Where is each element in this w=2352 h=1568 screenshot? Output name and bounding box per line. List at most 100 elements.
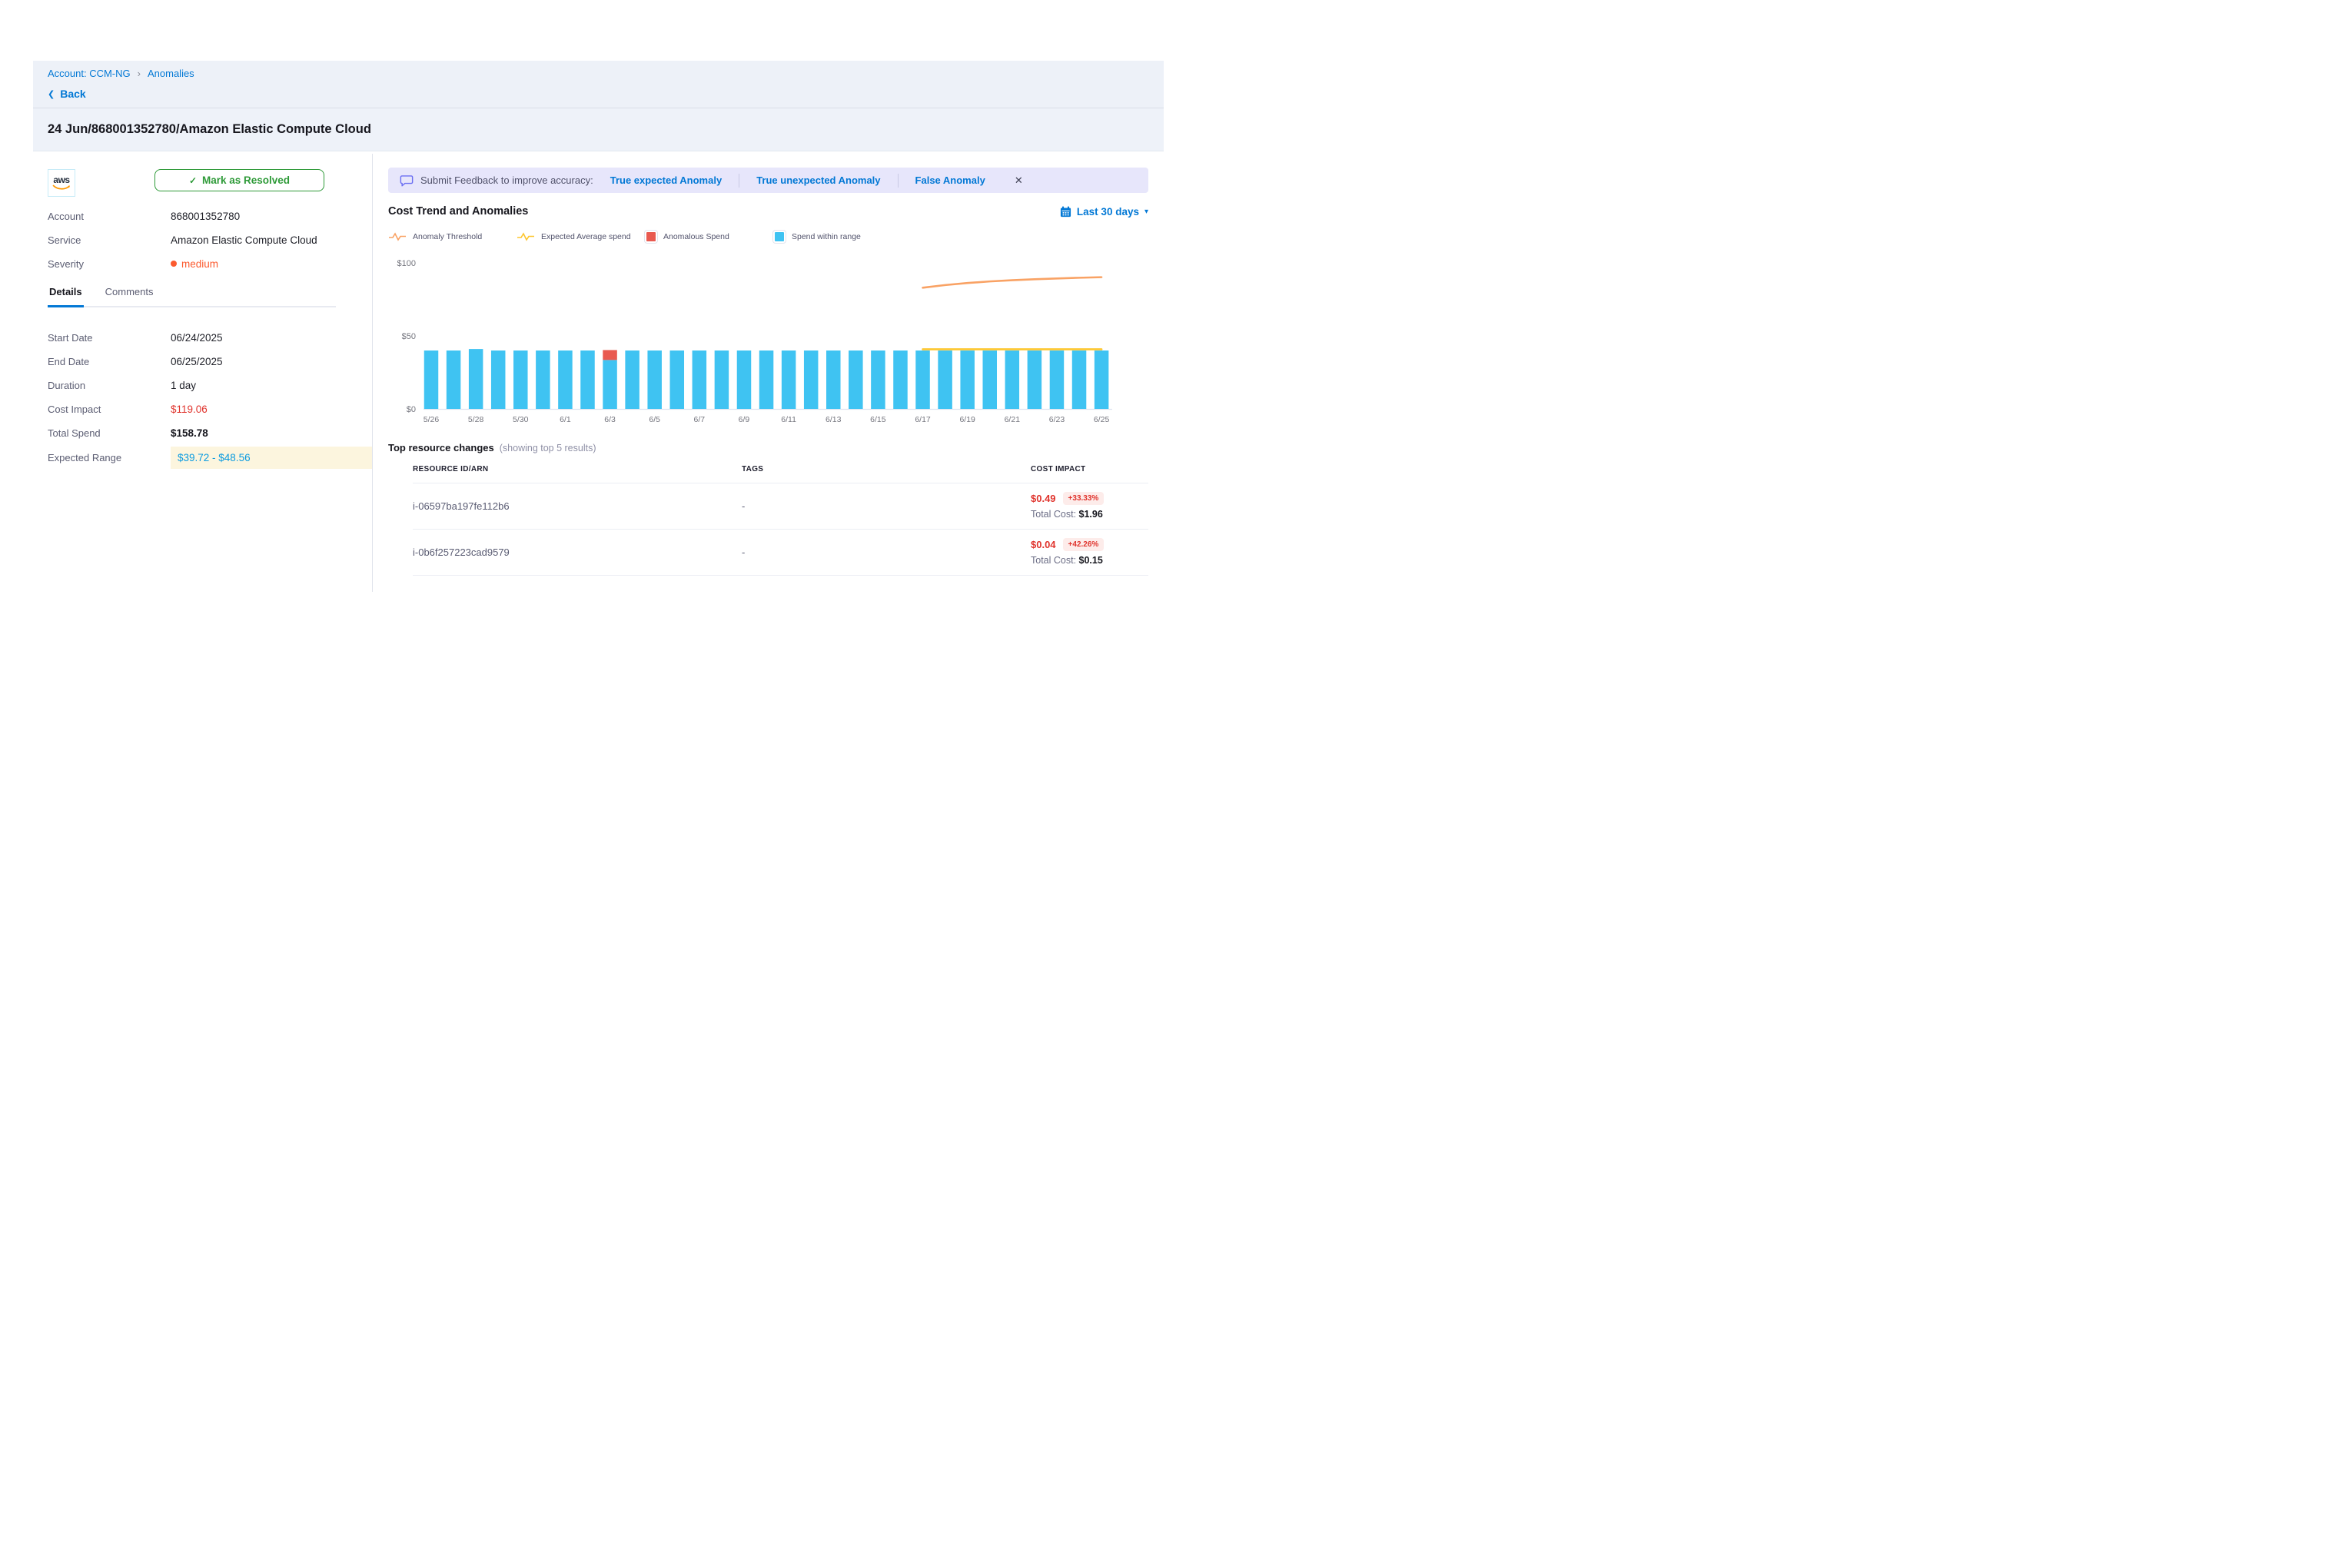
tab-comments[interactable]: Comments — [104, 286, 155, 306]
feedback-option[interactable]: True unexpected Anomaly — [756, 174, 880, 186]
x-axis-tick: 6/5 — [649, 415, 660, 424]
cost-impact-line: $0.49+33.33% — [1031, 492, 1148, 505]
field-label: Severity — [48, 258, 171, 270]
legend-square-icon — [645, 231, 657, 243]
resource-id-link[interactable]: i-0b6f257223cad9579 — [413, 546, 742, 558]
detail-value: 06/25/2025 — [171, 356, 223, 367]
resource-tags: - — [742, 546, 1031, 558]
legend-line-icon — [388, 232, 407, 241]
bar-5/27[interactable] — [447, 350, 461, 409]
bar-6/6[interactable] — [670, 350, 685, 409]
bar-6/25[interactable] — [1095, 350, 1109, 409]
detail-label: Expected Range — [48, 452, 171, 463]
bar-6/17[interactable] — [915, 350, 930, 409]
bar-6/14[interactable] — [849, 350, 863, 409]
mark-as-resolved-button[interactable]: ✓ Mark as Resolved — [154, 169, 324, 191]
detail-label: End Date — [48, 356, 171, 367]
cost-impact-value: $0.49 — [1031, 493, 1056, 504]
anomaly-bar-6/3[interactable] — [603, 350, 617, 360]
col-cost-impact: COST IMPACT — [1031, 465, 1148, 473]
cost-trend-panel: Submit Feedback to improve accuracy: Tru… — [373, 151, 1176, 592]
breadcrumb-anomalies-link[interactable]: Anomalies — [148, 68, 194, 79]
x-axis-tick: 6/7 — [694, 415, 706, 424]
bar-6/15[interactable] — [871, 350, 885, 409]
calendar-icon — [1060, 206, 1071, 218]
breadcrumb-account-link[interactable]: Account: CCM-NG — [48, 68, 131, 79]
bar-6/18[interactable] — [938, 350, 952, 409]
legend-label: Anomaly Threshold — [413, 232, 482, 241]
bar-6/20[interactable] — [983, 350, 998, 409]
table-row: i-0b6f257223cad9579-$0.04+42.26% Total Co… — [413, 529, 1148, 575]
bar-6/23[interactable] — [1050, 350, 1065, 409]
total-cost-line: Total Cost: $0.15 — [1031, 555, 1148, 566]
bar-6/2[interactable] — [580, 350, 595, 409]
aws-logo: aws — [48, 169, 75, 197]
bar-6/4[interactable] — [625, 350, 639, 409]
bar-6/13[interactable] — [826, 350, 841, 409]
back-button[interactable]: ❮ Back — [48, 88, 1164, 100]
bar-5/30[interactable] — [513, 350, 528, 409]
bar-6/12[interactable] — [804, 350, 819, 409]
anomaly-detail-page: Account: CCM-NG › Anomalies ❮ Back 24 Ju… — [0, 0, 1176, 784]
breadcrumb: Account: CCM-NG › Anomalies — [48, 68, 1164, 79]
period-selector[interactable]: Last 30 days ▾ — [1060, 206, 1148, 218]
bar-6/10[interactable] — [759, 350, 774, 409]
x-axis-tick: 6/15 — [870, 415, 886, 424]
detail-label: Start Date — [48, 332, 171, 344]
bar-6/22[interactable] — [1028, 350, 1042, 409]
legend-label: Anomalous Spend — [663, 232, 729, 241]
chevron-down-icon: ▾ — [1144, 208, 1148, 216]
col-tags: TAGS — [742, 465, 1031, 473]
bar-6/21[interactable] — [1005, 350, 1020, 409]
field-row: Account868001352780 — [48, 206, 372, 226]
feedback-option[interactable]: True expected Anomaly — [610, 174, 722, 186]
feedback-option[interactable]: False Anomaly — [915, 174, 985, 186]
resource-section-header: Top resource changes (showing top 5 resu… — [388, 442, 1148, 453]
resource-table: RESOURCE ID/ARN TAGS COST IMPACT i-06597… — [388, 465, 1148, 576]
resource-id-link[interactable]: i-06597ba197fe112b6 — [413, 500, 742, 512]
bar-5/31[interactable] — [536, 350, 550, 409]
chart-legend: Anomaly ThresholdExpected Average spendA… — [388, 231, 1148, 243]
back-label: Back — [60, 88, 85, 100]
summary-fields: Account868001352780 ServiceAmazon Elastic… — [48, 206, 372, 274]
bar-6/3[interactable] — [603, 360, 617, 409]
close-icon[interactable]: ✕ — [1015, 174, 1023, 187]
detail-value: 1 day — [171, 380, 196, 391]
x-axis-tick: 5/28 — [468, 415, 484, 424]
chart-header: Cost Trend and Anomalies La — [388, 205, 1148, 218]
anomaly-threshold-line — [923, 277, 1102, 288]
resource-rows: i-06597ba197fe112b6 - $0.49+33.33% Total Co… — [413, 483, 1148, 575]
bar-5/28[interactable] — [469, 349, 483, 409]
bar-6/24[interactable] — [1072, 350, 1087, 409]
bar-6/9[interactable] — [737, 350, 752, 409]
table-bottom-border — [413, 575, 1148, 576]
detail-value: 06/24/2025 — [171, 332, 223, 344]
bar-5/29[interactable] — [491, 350, 506, 409]
cost-impact-cell: $0.04+42.26% Total Cost: $0.15 — [1031, 538, 1148, 566]
bar-6/5[interactable] — [647, 350, 662, 409]
bar-6/7[interactable] — [693, 350, 707, 409]
bar-5/26[interactable] — [424, 350, 439, 409]
severity-dot-icon — [171, 261, 177, 267]
detail-row: End Date06/25/2025 — [48, 351, 372, 371]
chevron-right-icon: › — [138, 68, 141, 79]
bar-6/1[interactable] — [558, 350, 573, 409]
legend-item: Anomaly Threshold — [388, 232, 517, 241]
bar-6/11[interactable] — [782, 350, 796, 409]
bar-6/8[interactable] — [715, 350, 729, 409]
bar-6/19[interactable] — [960, 350, 975, 409]
details-comments-tabs: Details Comments — [48, 286, 336, 307]
field-label: Service — [48, 234, 171, 246]
resource-section-subtitle: (showing top 5 results) — [500, 443, 596, 453]
bar-6/16[interactable] — [893, 350, 908, 409]
table-row: i-06597ba197fe112b6-$0.49+33.33%Total Co… — [413, 483, 1148, 529]
feedback-divider — [898, 174, 899, 188]
cost-impact-line: $0.04+42.26% — [1031, 538, 1148, 551]
detail-value: $158.78 — [171, 427, 208, 439]
detail-label: Duration — [48, 380, 171, 391]
field-value: Amazon Elastic Compute Cloud — [171, 234, 317, 246]
tab-details[interactable]: Details — [48, 286, 84, 307]
chevron-left-icon: ❮ — [48, 89, 55, 99]
detail-value: $39.72 - $48.56 — [171, 447, 372, 469]
x-axis-tick: 5/26 — [424, 415, 440, 424]
